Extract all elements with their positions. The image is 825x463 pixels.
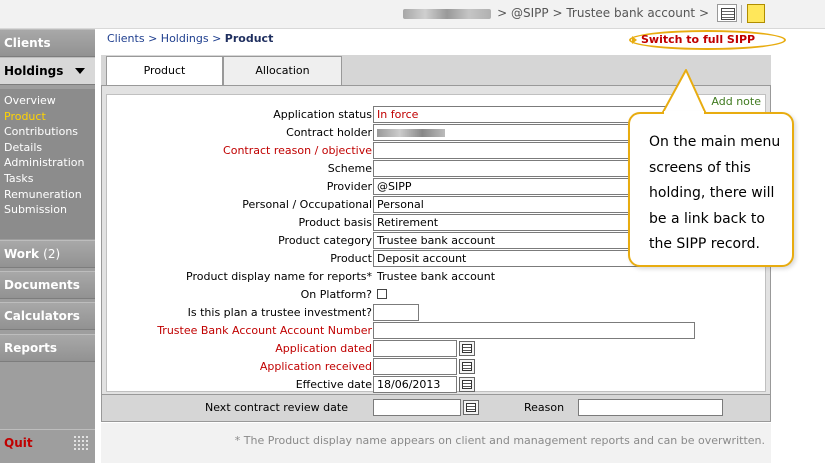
field-label: On Platform? bbox=[300, 288, 372, 301]
footnote-text: * The Product display name appears on cl… bbox=[234, 434, 765, 447]
review-date-field[interactable] bbox=[373, 399, 461, 416]
field-label: Application dated bbox=[275, 342, 372, 355]
nav-work-count: (2) bbox=[43, 247, 61, 261]
nav-reports-label: Reports bbox=[4, 341, 58, 355]
tab-product[interactable]: Product bbox=[106, 56, 223, 86]
calendar-icon[interactable] bbox=[717, 4, 737, 22]
field-label: Product bbox=[330, 252, 372, 265]
subnav-administration[interactable]: Administration bbox=[0, 155, 95, 171]
quit-button[interactable]: Quit bbox=[4, 436, 33, 450]
trustee-investment-select[interactable] bbox=[373, 304, 419, 321]
nav-holdings[interactable]: Holdings bbox=[0, 57, 95, 85]
breadcrumb-separator: > bbox=[212, 32, 222, 45]
blurred-client-name bbox=[403, 8, 492, 19]
top-bar: > @SIPP > Trustee bank account > bbox=[0, 0, 825, 29]
breadcrumb: Clients > Holdings > Product bbox=[107, 32, 273, 45]
sidebar: Clients Holdings Overview Product Contri… bbox=[0, 29, 95, 463]
top-breadcrumb: > @SIPP > Trustee bank account > bbox=[403, 6, 709, 20]
nav-holdings-label: Holdings bbox=[4, 64, 64, 78]
application-received-field[interactable] bbox=[373, 358, 457, 375]
reason-label: Reason bbox=[524, 401, 565, 414]
field-label: Personal / Occupational bbox=[242, 198, 372, 211]
row-effective-date: Effective date 18/06/2013 bbox=[107, 376, 767, 394]
row-application-received: Application received bbox=[107, 358, 767, 376]
subnav-contributions[interactable]: Contributions bbox=[0, 124, 95, 140]
subnav-details[interactable]: Details bbox=[0, 140, 95, 156]
field-label: Is this plan a trustee investment? bbox=[187, 306, 372, 319]
row-application-dated: Application dated bbox=[107, 340, 767, 358]
nav-work-label: Work bbox=[4, 247, 39, 261]
nav-documents-label: Documents bbox=[4, 278, 80, 292]
subnav-tasks[interactable]: Tasks bbox=[0, 171, 95, 187]
field-label: Application received bbox=[259, 360, 372, 373]
field-label: Application status bbox=[273, 108, 372, 121]
blurred-holder-name bbox=[377, 129, 445, 137]
nav-calculators-label: Calculators bbox=[4, 309, 80, 323]
field-label: Effective date bbox=[295, 378, 372, 391]
row-trustee-investment: Is this plan a trustee investment? bbox=[107, 304, 767, 322]
nav-documents[interactable]: Documents bbox=[0, 271, 95, 299]
review-date-label: Next contract review date bbox=[205, 401, 348, 414]
switch-to-full-sipp-link[interactable]: Switch to full SIPP bbox=[641, 33, 755, 46]
quit-area: Quit bbox=[0, 429, 95, 458]
switch-to-sipp-highlight: Switch to full SIPP bbox=[629, 30, 786, 50]
tutorial-callout: On the main menu screens of this holding… bbox=[628, 112, 794, 267]
toolbar-divider bbox=[741, 5, 742, 23]
breadcrumb-current: Product bbox=[224, 32, 274, 45]
reason-field[interactable] bbox=[578, 399, 723, 416]
nav-clients[interactable]: Clients bbox=[0, 29, 95, 57]
nav-work[interactable]: Work (2) bbox=[0, 240, 95, 268]
field-label: Contract holder bbox=[286, 126, 372, 139]
field-label: Trustee Bank Account Account Number bbox=[157, 324, 372, 337]
sticky-note-icon[interactable] bbox=[747, 4, 765, 23]
field-label: Product display name for reports* bbox=[186, 270, 372, 283]
subnav-product[interactable]: Product bbox=[0, 109, 95, 125]
field-label: Product category bbox=[278, 234, 372, 247]
row-on-platform: On Platform? bbox=[107, 286, 767, 304]
breadcrumb-clients[interactable]: Clients bbox=[107, 32, 145, 45]
holdings-submenu: Overview Product Contributions Details A… bbox=[0, 89, 95, 239]
subnav-overview[interactable]: Overview bbox=[0, 93, 95, 109]
on-platform-checkbox[interactable] bbox=[377, 289, 387, 299]
row-display-name: Product display name for reports* Truste… bbox=[107, 268, 767, 286]
calendar-icon[interactable] bbox=[459, 341, 475, 356]
breadcrumb-holdings[interactable]: Holdings bbox=[161, 32, 209, 45]
review-bar: Next contract review date Reason bbox=[101, 395, 771, 422]
application-dated-field[interactable] bbox=[373, 340, 457, 357]
nav-calculators[interactable]: Calculators bbox=[0, 302, 95, 330]
account-number-field[interactable] bbox=[373, 322, 695, 339]
grip-icon[interactable] bbox=[73, 435, 89, 451]
breadcrumb-separator: > bbox=[148, 32, 158, 45]
nav-reports[interactable]: Reports bbox=[0, 334, 95, 362]
play-arrow-icon bbox=[632, 36, 637, 44]
top-breadcrumb-text: > @SIPP > Trustee bank account > bbox=[497, 6, 709, 20]
callout-text: On the main menu screens of this holding… bbox=[649, 134, 781, 252]
calendar-icon[interactable] bbox=[463, 400, 479, 415]
subnav-submission[interactable]: Submission bbox=[0, 202, 95, 218]
footnote-bar: * The Product display name appears on cl… bbox=[101, 423, 771, 463]
chevron-down-icon bbox=[75, 68, 85, 74]
callout-pointer bbox=[661, 69, 707, 115]
field-label: Provider bbox=[326, 180, 372, 193]
display-name-field[interactable]: Trustee bank account bbox=[373, 268, 693, 285]
calendar-icon[interactable] bbox=[459, 359, 475, 374]
nav-clients-label: Clients bbox=[4, 36, 51, 50]
tab-allocation[interactable]: Allocation bbox=[223, 56, 342, 85]
subnav-remuneration[interactable]: Remuneration bbox=[0, 187, 95, 203]
field-label: Product basis bbox=[298, 216, 372, 229]
field-label: Scheme bbox=[327, 162, 372, 175]
effective-date-field[interactable]: 18/06/2013 bbox=[373, 376, 457, 393]
row-account-number: Trustee Bank Account Account Number bbox=[107, 322, 767, 340]
calendar-icon[interactable] bbox=[459, 377, 475, 392]
field-label: Contract reason / objective bbox=[223, 144, 372, 157]
